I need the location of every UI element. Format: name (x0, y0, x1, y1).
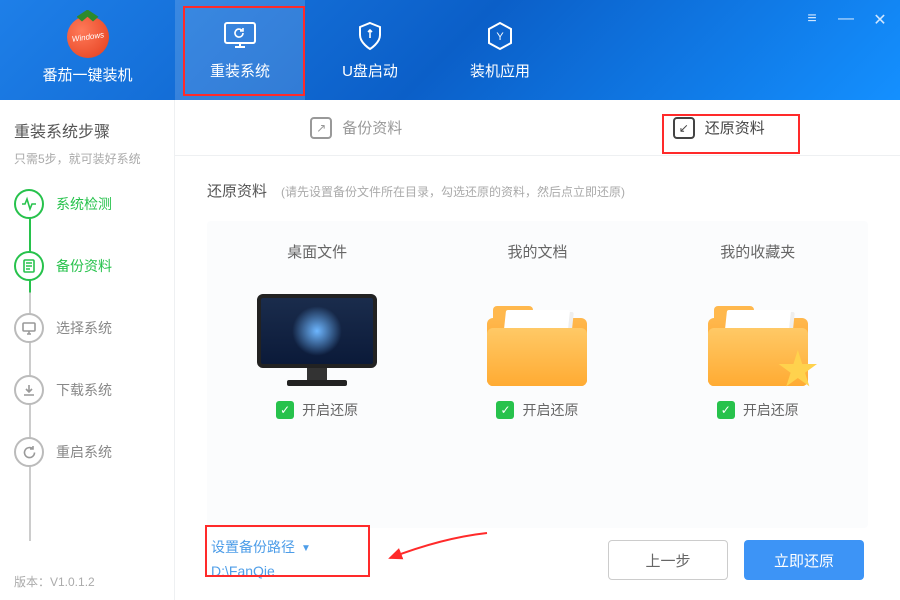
checkbox-checked-icon: ✓ (717, 401, 735, 419)
tomato-logo: Windows (67, 16, 109, 58)
card-my-documents: 我的文档 ✓ 开启还原 (447, 241, 627, 420)
sidebar-title: 重装系统步骤 (14, 118, 160, 142)
desktop-monitor-icon (257, 276, 377, 386)
document-icon (14, 251, 44, 281)
nav-tab-reinstall[interactable]: 重装系统 (175, 0, 305, 100)
card-favorites: 我的收藏夹 ✓ 开启还原 (668, 241, 848, 420)
app-title: 番茄一键装机 (42, 64, 132, 85)
nav-tab-label: 装机应用 (470, 60, 530, 81)
nav-tab-label: U盘启动 (342, 60, 398, 81)
sub-tab-restore[interactable]: ↙ 还原资料 (538, 100, 900, 155)
nav-tab-usb[interactable]: U盘启动 (305, 0, 435, 100)
restore-now-button[interactable]: 立即还原 (744, 540, 864, 580)
checkbox-checked-icon: ✓ (276, 401, 294, 419)
step-download: 下载系统 (14, 375, 160, 405)
backup-path-selector[interactable]: 设置备份路径 ▼ D:\FanQie (211, 536, 311, 584)
usb-shield-icon (352, 20, 388, 52)
version-text: 版本：V1.0.1.2 (14, 573, 160, 590)
toggle-documents-restore[interactable]: ✓ 开启还原 (496, 400, 578, 420)
toggle-desktop-restore[interactable]: ✓ 开启还原 (276, 400, 358, 420)
sidebar-subtitle: 只需5步，就可装好系统 (14, 150, 160, 167)
nav-tab-apps[interactable]: Y 装机应用 (435, 0, 565, 100)
pulse-icon (14, 189, 44, 219)
prev-button[interactable]: 上一步 (608, 540, 728, 580)
download-icon (14, 375, 44, 405)
restart-icon (14, 437, 44, 467)
step-system-check: 系统检测 (14, 189, 160, 219)
svg-text:Y: Y (496, 31, 504, 43)
toggle-favorites-restore[interactable]: ✓ 开启还原 (717, 400, 799, 420)
monitor-icon (14, 313, 44, 343)
restore-icon: ↙ (673, 117, 695, 139)
nav-tab-label: 重装系统 (210, 60, 270, 81)
monitor-refresh-icon (222, 20, 258, 52)
folder-icon (487, 276, 587, 386)
step-restart: 重启系统 (14, 437, 160, 467)
chevron-down-icon: ▼ (301, 540, 311, 557)
hexagon-icon: Y (482, 20, 518, 52)
section-hint: (请先设置备份文件所在目录，勾选还原的资料，然后点立即还原) (281, 183, 625, 200)
step-select-system: 选择系统 (14, 313, 160, 343)
menu-icon[interactable]: ≡ (804, 10, 820, 30)
folder-star-icon (708, 276, 808, 386)
card-desktop-files: 桌面文件 ✓ 开启还原 (227, 241, 407, 420)
section-title: 还原资料 (207, 180, 267, 201)
backup-icon: ↗ (310, 117, 332, 139)
backup-path-value: D:\FanQie (211, 560, 311, 584)
sub-tab-backup[interactable]: ↗ 备份资料 (175, 100, 538, 155)
minimize-icon[interactable]: — (838, 10, 854, 30)
close-icon[interactable]: ✕ (872, 10, 888, 30)
step-backup: 备份资料 (14, 251, 160, 281)
checkbox-checked-icon: ✓ (496, 401, 514, 419)
